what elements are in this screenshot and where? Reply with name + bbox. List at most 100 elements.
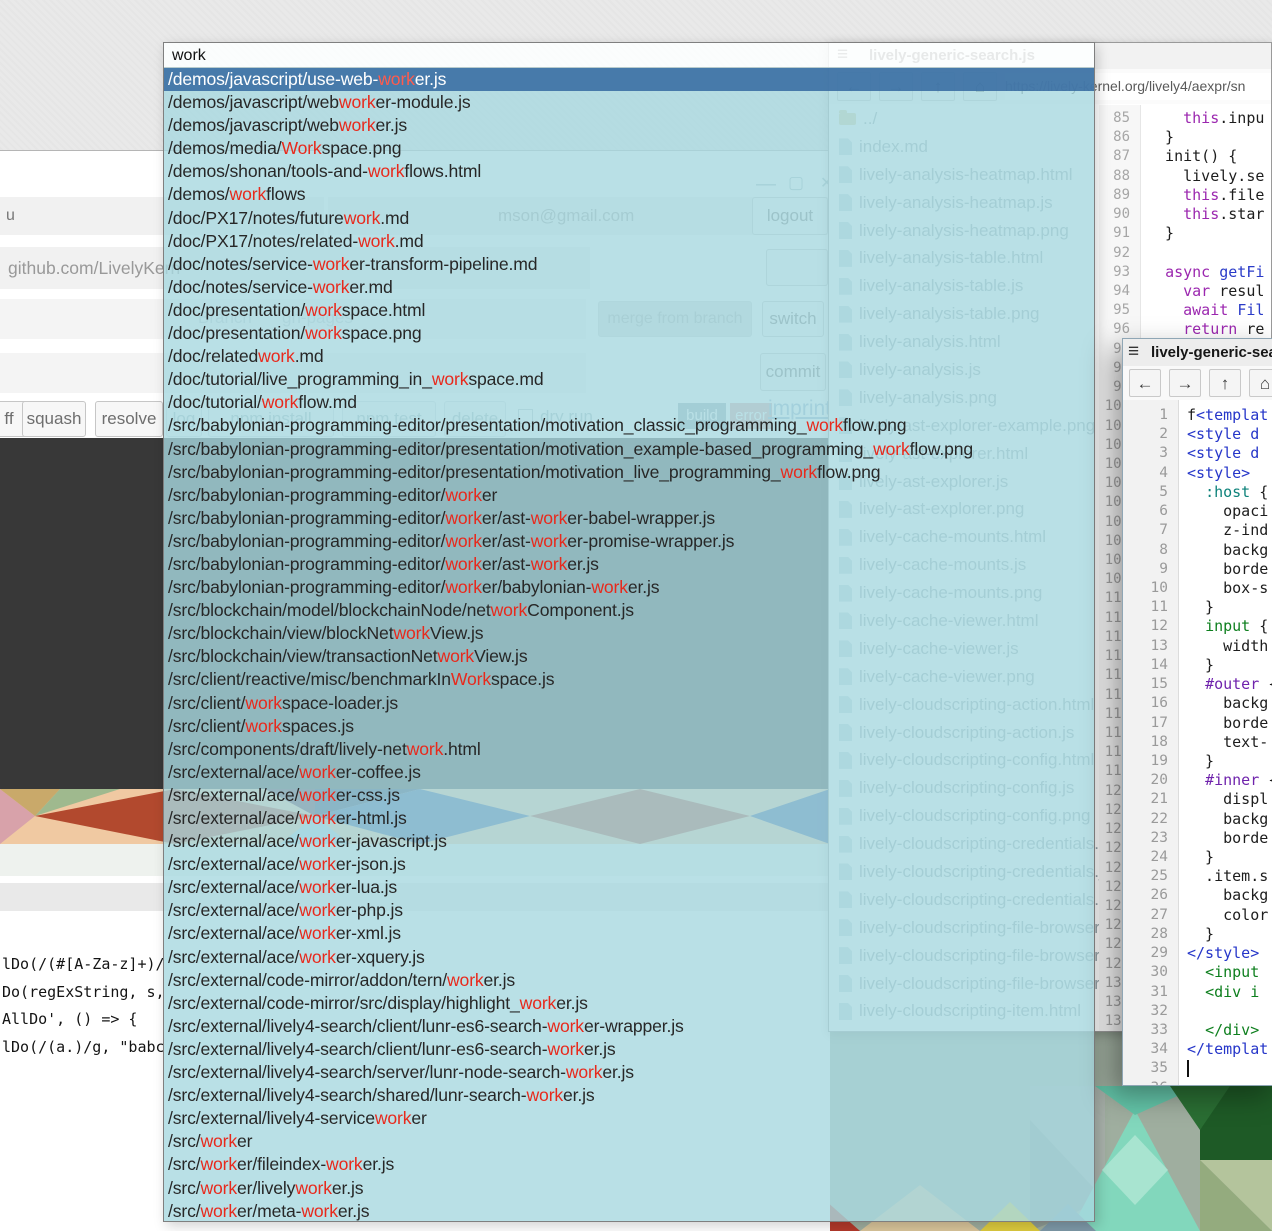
palette-item[interactable]: /src/external/ace/worker-javascript.js — [164, 830, 1094, 853]
palette-item[interactable]: /demos/media/Workspace.png — [164, 137, 1094, 160]
code-line: this.star — [1147, 205, 1272, 224]
squash-button[interactable]: squash — [22, 401, 86, 437]
palette-item[interactable]: /src/external/lively4-search/server/lunr… — [164, 1061, 1094, 1084]
palette-item[interactable]: /src/babylonian-programming-editor/prese… — [164, 461, 1094, 484]
palette-item[interactable]: /src/external/ace/worker-xquery.js — [164, 946, 1094, 969]
code-line: } — [1187, 752, 1272, 771]
menu-icon[interactable]: ≡ — [1128, 341, 1139, 363]
code-line: text- — [1187, 733, 1272, 752]
palette-item[interactable]: /doc/PX17/notes/futurework.md — [164, 207, 1094, 230]
line-number: 19 — [1123, 752, 1178, 771]
palette-item[interactable]: /src/babylonian-programming-editor/prese… — [164, 438, 1094, 461]
code-line — [1187, 1059, 1272, 1078]
line-number: 20 — [1123, 771, 1178, 790]
desktop: — ▢ ✕ u mson@gmail.com logout github.com… — [0, 0, 1272, 1231]
code-line: await Fil — [1147, 301, 1272, 320]
code-line: } — [1187, 656, 1272, 675]
line-number: 15 — [1123, 675, 1178, 694]
palette-item[interactable]: /src/babylonian-programming-editor/worke… — [164, 530, 1094, 553]
palette-item[interactable]: /src/external/ace/worker-xml.js — [164, 922, 1094, 945]
palette-item[interactable]: /demos/javascript/webworker-module.js — [164, 91, 1094, 114]
code-line: color — [1187, 906, 1272, 925]
code-line: } — [1187, 598, 1272, 617]
palette-item[interactable]: /src/blockchain/view/transactionNetworkV… — [164, 645, 1094, 668]
line-number: 91 — [1099, 224, 1140, 243]
palette-item[interactable]: /src/worker/fileindex-worker.js — [164, 1153, 1094, 1176]
code-line — [1187, 1002, 1272, 1021]
palette-item[interactable]: /src/client/reactive/misc/benchmarkInWor… — [164, 668, 1094, 691]
palette-item[interactable]: /src/external/ace/worker-lua.js — [164, 876, 1094, 899]
palette-item[interactable]: /src/worker — [164, 1130, 1094, 1153]
line-number: 31 — [1123, 983, 1178, 1002]
search-input[interactable]: work — [164, 43, 1094, 68]
code-line: </div> — [1187, 1021, 1272, 1040]
code-line: :host { — [1187, 483, 1272, 502]
palette-item[interactable]: /demos/javascript/webworker.js — [164, 114, 1094, 137]
line-number: 7 — [1123, 521, 1178, 540]
palette-item[interactable]: /src/external/lively4-search/client/lunr… — [164, 1038, 1094, 1061]
palette-item[interactable]: /src/external/ace/worker-coffee.js — [164, 761, 1094, 784]
code-line: #inner { — [1187, 771, 1272, 790]
palette-item[interactable]: /demos/javascript/use-web-worker.js — [164, 68, 1094, 91]
line-number: 13 — [1123, 637, 1178, 656]
palette-item[interactable]: /src/external/lively4-search/shared/lunr… — [164, 1084, 1094, 1107]
palette-item[interactable]: /src/external/lively4-serviceworker — [164, 1107, 1094, 1130]
palette-item[interactable]: /src/babylonian-programming-editor/worke… — [164, 507, 1094, 530]
line-number: 88 — [1099, 167, 1140, 186]
palette-item[interactable]: /src/blockchain/model/blockchainNode/net… — [164, 599, 1094, 622]
palette-item[interactable]: /src/worker/meta-worker.js — [164, 1200, 1094, 1221]
palette-item[interactable]: /doc/notes/service-worker-transform-pipe… — [164, 253, 1094, 276]
editor-code[interactable]: f<templat<style d<style d<style> :host {… — [1187, 406, 1272, 1085]
palette-item[interactable]: /src/blockchain/view/blockNetworkView.js — [164, 622, 1094, 645]
palette-item[interactable]: /src/components/draft/lively-network.htm… — [164, 738, 1094, 761]
palette-item[interactable]: /src/external/code-mirror/addon/tern/wor… — [164, 969, 1094, 992]
code-line: } — [1187, 925, 1272, 944]
palette-item[interactable]: /doc/PX17/notes/related-work.md — [164, 230, 1094, 253]
code-line: input { — [1187, 617, 1272, 636]
back-icon[interactable]: ← — [1129, 369, 1161, 397]
palette-item[interactable]: /doc/notes/service-worker.md — [164, 276, 1094, 299]
palette-item[interactable]: /src/client/workspaces.js — [164, 715, 1094, 738]
palette-item[interactable]: /src/babylonian-programming-editor/prese… — [164, 414, 1094, 437]
palette-item[interactable]: /demos/shonan/tools-and-workflows.html — [164, 160, 1094, 183]
line-number: 28 — [1123, 925, 1178, 944]
code-line: return re — [1147, 320, 1272, 339]
line-number: 89 — [1099, 186, 1140, 205]
code-line: init() { — [1147, 147, 1272, 166]
palette-item[interactable]: /src/client/workspace-loader.js — [164, 692, 1094, 715]
line-number: 90 — [1099, 205, 1140, 224]
palette-item[interactable]: /doc/presentation/workspace.png — [164, 322, 1094, 345]
line-number: 16 — [1123, 694, 1178, 713]
palette-item[interactable]: /src/external/ace/worker-php.js — [164, 899, 1094, 922]
resolve-button[interactable]: resolve — [95, 401, 163, 437]
editor-titlebar[interactable]: ≡ lively-generic-search.js — [1123, 339, 1272, 367]
palette-item[interactable]: /doc/relatedwork.md — [164, 345, 1094, 368]
palette-item[interactable]: /doc/tutorial/workflow.md — [164, 391, 1094, 414]
line-number: 92 — [1099, 244, 1140, 263]
palette-item[interactable]: /src/external/lively4-search/client/lunr… — [164, 1015, 1094, 1038]
palette-item[interactable]: /src/external/ace/worker-json.js — [164, 853, 1094, 876]
palette-item[interactable]: /src/external/ace/worker-html.js — [164, 807, 1094, 830]
palette-item[interactable]: /src/babylonian-programming-editor/worke… — [164, 576, 1094, 599]
palette-item[interactable]: /doc/tutorial/live_programming_in_worksp… — [164, 368, 1094, 391]
code-line: backg — [1187, 541, 1272, 560]
palette-item[interactable]: /demos/workflows — [164, 183, 1094, 206]
palette-item[interactable]: /doc/presentation/workspace.html — [164, 299, 1094, 322]
palette-item[interactable]: /src/external/ace/worker-css.js — [164, 784, 1094, 807]
palette-item[interactable]: /src/external/code-mirror/src/display/hi… — [164, 992, 1094, 1015]
editor-title: lively-generic-search.js — [1151, 344, 1272, 361]
line-number: 30 — [1123, 963, 1178, 982]
line-number: 10 — [1123, 579, 1178, 598]
line-number: 94 — [1099, 282, 1140, 301]
line-number: 11 — [1123, 598, 1178, 617]
code-line: } — [1187, 848, 1272, 867]
code-line: } — [1147, 224, 1272, 243]
up-icon[interactable]: ↑ — [1209, 369, 1241, 397]
line-number: 4 — [1123, 464, 1178, 483]
palette-item[interactable]: /src/worker/livelyworker.js — [164, 1177, 1094, 1200]
palette-item[interactable]: /src/babylonian-programming-editor/worke… — [164, 484, 1094, 507]
forward-icon[interactable]: → — [1169, 369, 1201, 397]
code-line: async getFi — [1147, 263, 1272, 282]
home-icon[interactable]: ⌂ — [1249, 369, 1272, 397]
palette-item[interactable]: /src/babylonian-programming-editor/worke… — [164, 553, 1094, 576]
